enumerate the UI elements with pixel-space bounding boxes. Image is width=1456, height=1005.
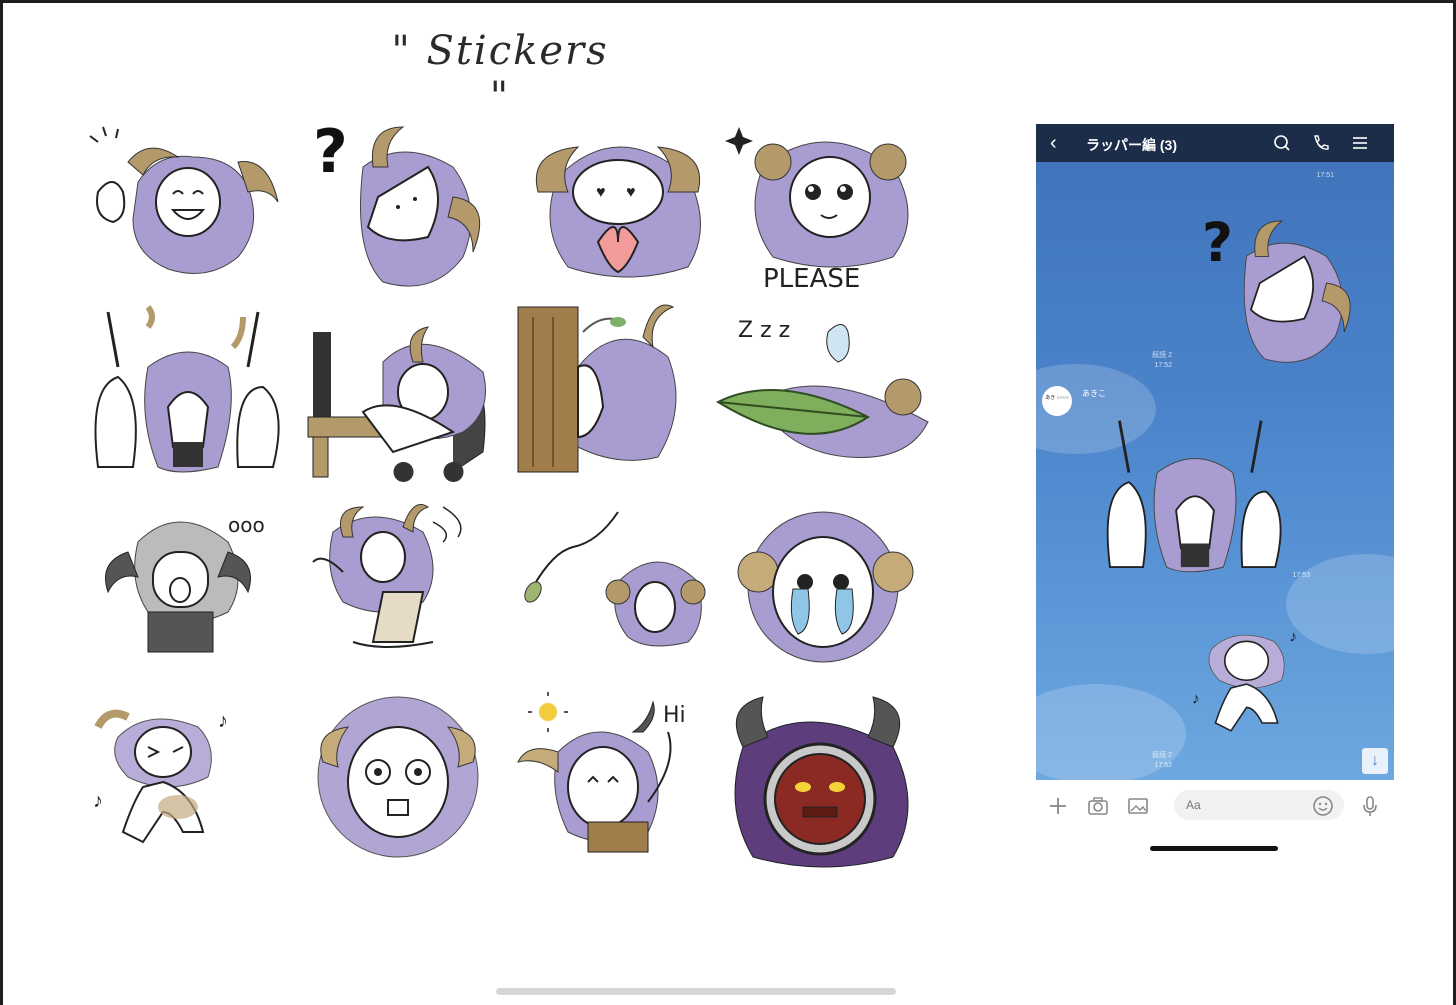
arrow-down-icon[interactable]: ↓ <box>1362 748 1388 774</box>
sticker-laughing <box>88 122 288 302</box>
svg-text:♥: ♥ <box>626 184 636 201</box>
phone-icon[interactable] <box>1310 133 1330 153</box>
please-caption: PLEASE <box>763 264 860 294</box>
sticker-commute <box>88 305 288 487</box>
chat-sticker-confused[interactable]: ? <box>1192 211 1372 372</box>
sticker-confused: ? <box>303 117 503 297</box>
sticker-angry-mask <box>723 687 923 868</box>
chat-header: ‹ ラッパー編 (3) <box>1036 124 1394 162</box>
sticker-dancing: ♪ ♪ <box>88 697 288 877</box>
svg-text:♥: ♥ <box>596 184 606 201</box>
sticker-peek-tree <box>517 304 718 487</box>
camera-icon[interactable] <box>1086 794 1110 818</box>
sticker-crying <box>733 497 933 677</box>
sticker-hi: Hi <box>517 692 718 872</box>
sticker-falling-leaf <box>518 502 718 682</box>
sticker-sheet: ? ♥ ♥ PLEASE Z z z ooo ♪ ♪ Hi <box>78 112 938 872</box>
sticker-please: PLEASE <box>725 117 933 297</box>
emoji-icon[interactable] <box>1311 794 1335 818</box>
timestamp: 17:52 <box>1154 362 1172 369</box>
search-icon[interactable] <box>1272 133 1292 153</box>
svg-text:♪: ♪ <box>93 790 103 812</box>
sender-name: あきこ <box>1082 389 1106 398</box>
think-caption: ooo <box>228 513 265 537</box>
sticker-shocked <box>303 692 503 872</box>
timestamp: 17:51 <box>1316 172 1334 179</box>
chat-title: ラッパー編 (3) <box>1086 137 1177 153</box>
svg-text:♪: ♪ <box>218 710 228 732</box>
mic-icon[interactable] <box>1358 794 1382 818</box>
home-indicator <box>496 988 896 995</box>
svg-text:♪: ♪ <box>1192 691 1200 708</box>
sleep-caption: Z z z <box>738 318 790 343</box>
read-receipt: 既読 2 <box>1152 352 1172 359</box>
chevron-left-icon[interactable]: ‹ <box>1050 133 1057 153</box>
plus-icon[interactable] <box>1046 794 1070 818</box>
sticker-thinking: ooo <box>98 502 298 682</box>
chat-sticker-commute[interactable] <box>1090 416 1300 586</box>
chat-screen: ‹ ラッパー編 (3) 17:51 ? 既読 2 17:52 あき ○○○○ あ… <box>1036 124 1394 780</box>
hi-caption: Hi <box>663 703 686 728</box>
avatar[interactable]: あき ○○○○ <box>1042 386 1072 416</box>
menu-icon[interactable] <box>1350 133 1370 153</box>
sheet-title: " Stickers " <box>391 28 609 120</box>
svg-text:♪: ♪ <box>1289 628 1297 645</box>
svg-text:?: ? <box>1202 211 1233 274</box>
timestamp: 17:53 <box>1292 572 1310 579</box>
sticker-sleeping: Z z z <box>715 312 929 492</box>
svg-text:?: ? <box>313 117 348 187</box>
chat-sticker-dancing[interactable]: ♪ ♪ <box>1176 618 1356 758</box>
sticker-heart: ♥ ♥ <box>518 117 718 297</box>
timestamp: 17:52 <box>1154 762 1172 769</box>
sticker-desk-nap <box>303 312 503 492</box>
phone-home-indicator <box>1150 846 1278 851</box>
sticker-stretch <box>303 502 503 682</box>
message-input-bar <box>1036 780 1394 830</box>
read-receipt: 既読 2 <box>1152 752 1172 759</box>
image-icon[interactable] <box>1126 794 1150 818</box>
